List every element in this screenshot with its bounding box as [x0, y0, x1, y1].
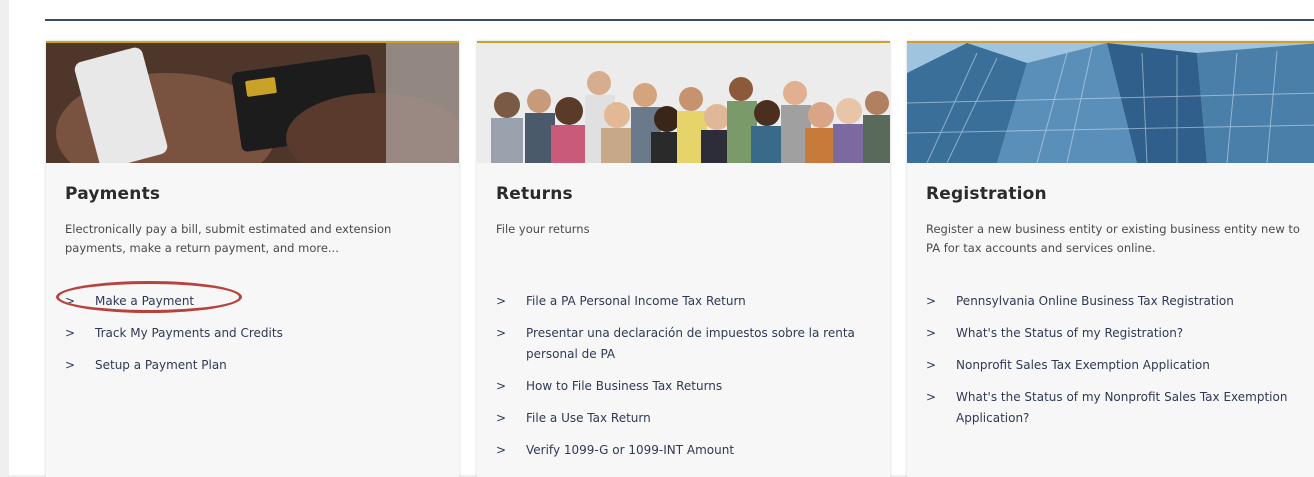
link-registration-status[interactable]: > What's the Status of my Registration?	[926, 323, 1306, 344]
link-nonprofit-exemption[interactable]: > Nonprofit Sales Tax Exemption Applicati…	[926, 355, 1306, 376]
chevron-right-icon: >	[65, 358, 76, 372]
registration-image	[907, 43, 1314, 163]
link-label: Nonprofit Sales Tax Exemption Applicatio…	[956, 358, 1210, 372]
link-nonprofit-exemption-status[interactable]: > What's the Status of my Nonprofit Sales…	[926, 387, 1306, 429]
chevron-right-icon: >	[926, 390, 937, 404]
link-presentar-declaracion[interactable]: > Presentar una declaración de impuestos …	[496, 323, 876, 365]
chevron-right-icon: >	[926, 326, 937, 340]
link-use-tax-return[interactable]: > File a Use Tax Return	[496, 408, 876, 429]
link-business-tax-returns[interactable]: > How to File Business Tax Returns	[496, 376, 876, 397]
returns-image	[477, 43, 890, 163]
card-title: Returns	[496, 184, 573, 204]
chevron-right-icon: >	[926, 294, 937, 308]
card-returns: Returns File your returns > File a PA Per…	[477, 41, 890, 477]
card-title: Payments	[65, 184, 161, 204]
link-track-payments[interactable]: > Track My Payments and Credits	[65, 323, 445, 344]
chevron-right-icon: >	[65, 326, 76, 340]
payments-image	[46, 43, 459, 163]
card-description: File your returns	[496, 222, 590, 236]
highlight-annotation	[56, 281, 242, 313]
chevron-right-icon: >	[496, 379, 507, 393]
link-list: > File a PA Personal Income Tax Return > P…	[496, 291, 876, 472]
link-file-pa-income-tax[interactable]: > File a PA Personal Income Tax Return	[496, 291, 876, 312]
link-label: Presentar una declaración de impuestos s…	[526, 326, 855, 361]
chevron-right-icon: >	[496, 294, 507, 308]
page: Payments Electronically pay a bill, subm…	[9, 0, 1314, 477]
link-label: Verify 1099-G or 1099-INT Amount	[526, 443, 735, 457]
chevron-right-icon: >	[496, 411, 507, 425]
link-label: File a PA Personal Income Tax Return	[526, 294, 746, 308]
link-label: Setup a Payment Plan	[95, 358, 227, 372]
card-title: Registration	[926, 184, 1047, 204]
divider	[45, 19, 1314, 21]
link-label: Track My Payments and Credits	[95, 326, 283, 340]
link-business-tax-registration[interactable]: > Pennsylvania Online Business Tax Regist…	[926, 291, 1306, 312]
card-description: Register a new business entity or existi…	[926, 222, 1300, 255]
link-verify-1099[interactable]: > Verify 1099-G or 1099-INT Amount	[496, 440, 876, 461]
card-registration: Registration Register a new business ent…	[907, 41, 1314, 477]
link-label: What's the Status of my Registration?	[956, 326, 1184, 340]
card-payments: Payments Electronically pay a bill, subm…	[46, 41, 459, 477]
link-label: What's the Status of my Nonprofit Sales …	[956, 390, 1288, 425]
chevron-right-icon: >	[496, 443, 507, 457]
chevron-right-icon: >	[926, 358, 937, 372]
card-description: Electronically pay a bill, submit estima…	[65, 222, 392, 255]
link-label: Pennsylvania Online Business Tax Registr…	[956, 294, 1234, 308]
link-label: How to File Business Tax Returns	[526, 379, 723, 393]
link-payment-plan[interactable]: > Setup a Payment Plan	[65, 355, 445, 376]
link-label: File a Use Tax Return	[526, 411, 651, 425]
link-list: > Pennsylvania Online Business Tax Regist…	[926, 291, 1306, 440]
chevron-right-icon: >	[496, 326, 507, 340]
